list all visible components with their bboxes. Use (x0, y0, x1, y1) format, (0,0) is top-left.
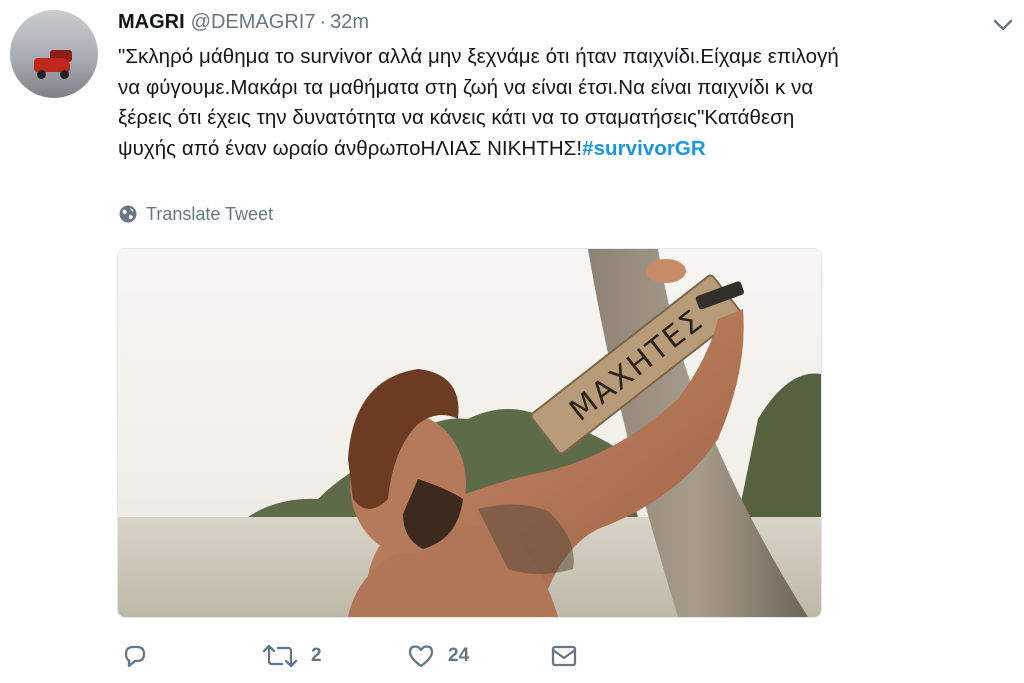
timestamp[interactable]: 32m (330, 11, 369, 33)
hand (646, 259, 686, 283)
display-name[interactable]: MAGRI (118, 11, 185, 33)
tweet-text-line: "Σκληρό μάθημα το survivor αλλά μην ξεχν… (118, 45, 839, 68)
chevron-down-icon[interactable] (990, 12, 1016, 38)
translate-label: Translate Tweet (146, 203, 274, 224)
like-count: 24 (448, 645, 470, 666)
tweet-text-line: ψυχής από έναν ωραίο άνθρωποΗΛΙΑΣ ΝΙΚΗΤΗ… (118, 136, 583, 160)
tweet-text: "Σκληρό μάθημα το survivor αλλά μην ξεχν… (118, 42, 1018, 164)
avatar[interactable] (10, 10, 98, 98)
user-handle[interactable]: @DEMAGRI7 (191, 11, 316, 33)
hashtag-link[interactable]: #survivorGR (582, 137, 706, 160)
retweet-icon (262, 644, 298, 668)
retweet-button[interactable]: 2 (261, 641, 322, 671)
tweet-header: MAGRI @DEMAGRI7 · 32m (118, 9, 369, 35)
tweet-text-line: ξέρεις ότι έχεις την δυνατότητα να κάνει… (118, 106, 795, 129)
direct-message-button[interactable] (549, 641, 579, 671)
tweet-text-line: να φύγουμε.Μακάρι τα μαθήματα στη ζωή να… (118, 75, 814, 99)
reply-icon (124, 645, 146, 668)
translate-tweet-button[interactable]: Translate Tweet (118, 201, 273, 227)
message-icon (551, 645, 577, 667)
globe-icon (119, 205, 137, 223)
tweet-media-photo[interactable]: ΜΑΧΗΤΕΣ (117, 248, 822, 618)
retweet-count: 2 (311, 645, 322, 666)
like-button[interactable]: 24 (406, 641, 469, 671)
separator-dot: · (319, 11, 327, 33)
reply-button[interactable] (120, 641, 150, 671)
like-icon (408, 645, 434, 668)
avatar-wheel (60, 70, 69, 79)
avatar-wheel (37, 70, 46, 79)
